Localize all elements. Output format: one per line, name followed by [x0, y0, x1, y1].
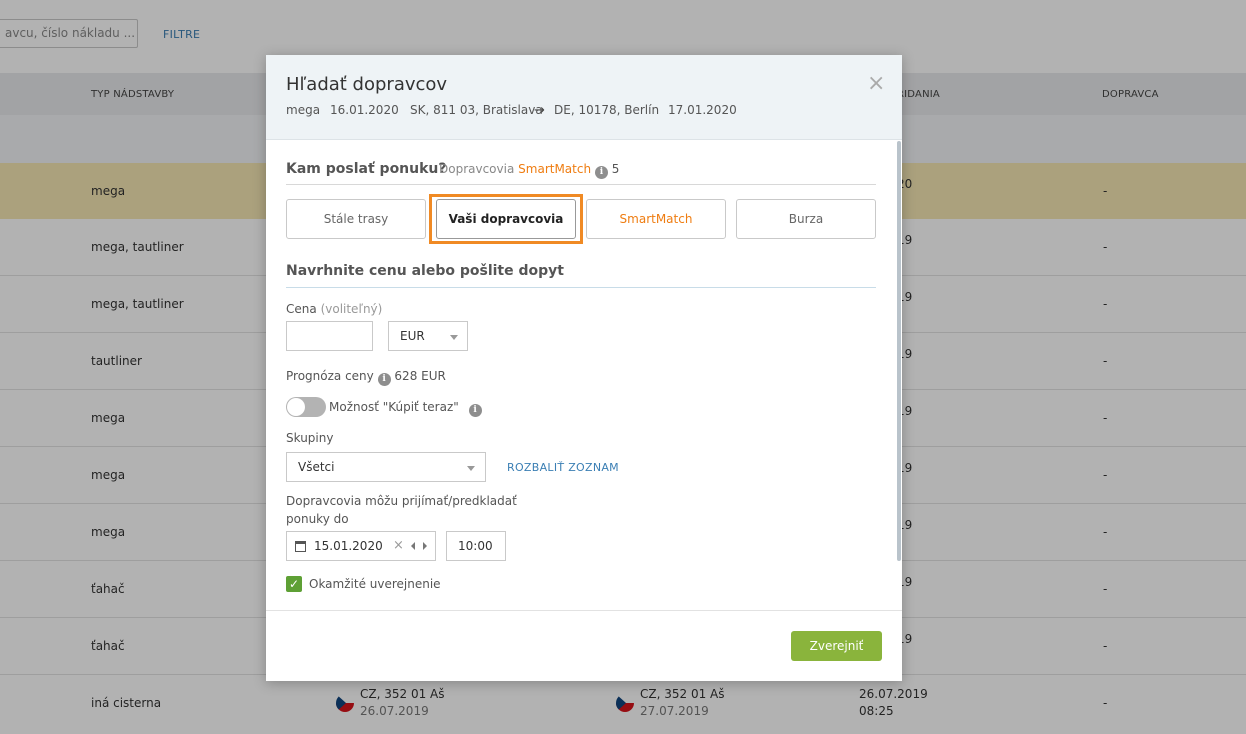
- chevron-down-icon: [450, 335, 458, 340]
- calendar-icon[interactable]: [295, 541, 306, 552]
- route-origin: SK, 811 03, Bratislava: [410, 103, 543, 117]
- dialog-footer: Zverejniť: [266, 610, 902, 681]
- previous-day-icon[interactable]: [411, 542, 415, 550]
- info-icon[interactable]: i: [468, 404, 482, 417]
- expand-list-link[interactable]: ROZBALIŤ ZOZNAM: [507, 461, 619, 474]
- tab-exchange[interactable]: Burza: [736, 199, 876, 239]
- tab-regular-routes[interactable]: Stále trasy: [286, 199, 426, 239]
- buy-now-label: Možnosť "Kúpiť teraz": [329, 400, 459, 414]
- deadline-label: Dopravcovia môžu prijímať/predkladať pon…: [286, 492, 517, 528]
- smartmatch-count: 5: [611, 162, 620, 176]
- arrow-right-icon: →: [534, 103, 545, 118]
- groups-value: Všetci: [298, 460, 335, 474]
- route-vehicle: mega: [286, 103, 321, 117]
- immediate-publish-checkbox[interactable]: ✓: [286, 576, 302, 592]
- price-input[interactable]: [286, 321, 373, 351]
- smartmatch-summary: Dopravcovia SmartMatch i 5: [439, 162, 619, 179]
- divider: [286, 287, 876, 288]
- price-label-text: Cena: [286, 302, 317, 316]
- price-optional: (voliteľný): [320, 302, 383, 316]
- smartmatch-prefix: Dopravcovia: [439, 162, 515, 176]
- tab-smartmatch[interactable]: SmartMatch: [586, 199, 726, 239]
- close-icon[interactable]: ×: [867, 73, 885, 95]
- divider: [286, 184, 876, 185]
- chevron-down-icon: [467, 466, 475, 471]
- deadline-date-value: 15.01.2020: [314, 539, 383, 553]
- dialog-header: Hľadať dopravcov × mega 16.01.2020 SK, 8…: [266, 55, 902, 140]
- info-icon[interactable]: i: [377, 373, 391, 386]
- immediate-publish-label: Okamžité uverejnenie: [309, 577, 441, 591]
- currency-select[interactable]: EUR: [388, 321, 468, 351]
- find-carriers-dialog: Hľadať dopravcov × mega 16.01.2020 SK, 8…: [266, 55, 902, 681]
- price-label: Cena (voliteľný): [286, 302, 382, 316]
- currency-value: EUR: [400, 329, 425, 343]
- forecast-value: 628 EUR: [394, 369, 446, 383]
- price-section-title: Navrhnite cenu alebo pošlite dopyt: [286, 263, 564, 279]
- smartmatch-label: SmartMatch: [518, 162, 592, 176]
- buy-now-option: Možnosť "Kúpiť teraz" i: [329, 400, 482, 417]
- info-icon[interactable]: i: [594, 166, 608, 179]
- send-offer-title: Kam poslať ponuku?: [286, 161, 447, 177]
- route-load-date: 16.01.2020: [330, 103, 399, 117]
- deadline-label-line-2: ponuky do: [286, 512, 349, 526]
- route-destination: DE, 10178, Berlín: [554, 103, 660, 117]
- dialog-scrollbar[interactable]: [897, 141, 901, 561]
- tab-your-carriers[interactable]: Vaši dopravcovia: [436, 199, 576, 239]
- groups-select[interactable]: Všetci: [286, 452, 486, 482]
- groups-label: Skupiny: [286, 431, 334, 445]
- dialog-title: Hľadať dopravcov: [286, 74, 448, 95]
- deadline-time-input[interactable]: 10:00: [446, 531, 506, 561]
- deadline-label-line-1: Dopravcovia môžu prijímať/predkladať: [286, 494, 517, 508]
- buy-now-toggle[interactable]: [286, 397, 326, 417]
- route-unload-date: 17.01.2020: [668, 103, 737, 117]
- next-day-icon[interactable]: [423, 542, 427, 550]
- publish-button[interactable]: Zverejniť: [791, 631, 882, 661]
- deadline-date-picker[interactable]: 15.01.2020 ×: [286, 531, 436, 561]
- clear-icon[interactable]: ×: [393, 538, 404, 553]
- forecast-label: Prognóza ceny: [286, 369, 374, 383]
- price-forecast: Prognóza ceny i 628 EUR: [286, 369, 446, 386]
